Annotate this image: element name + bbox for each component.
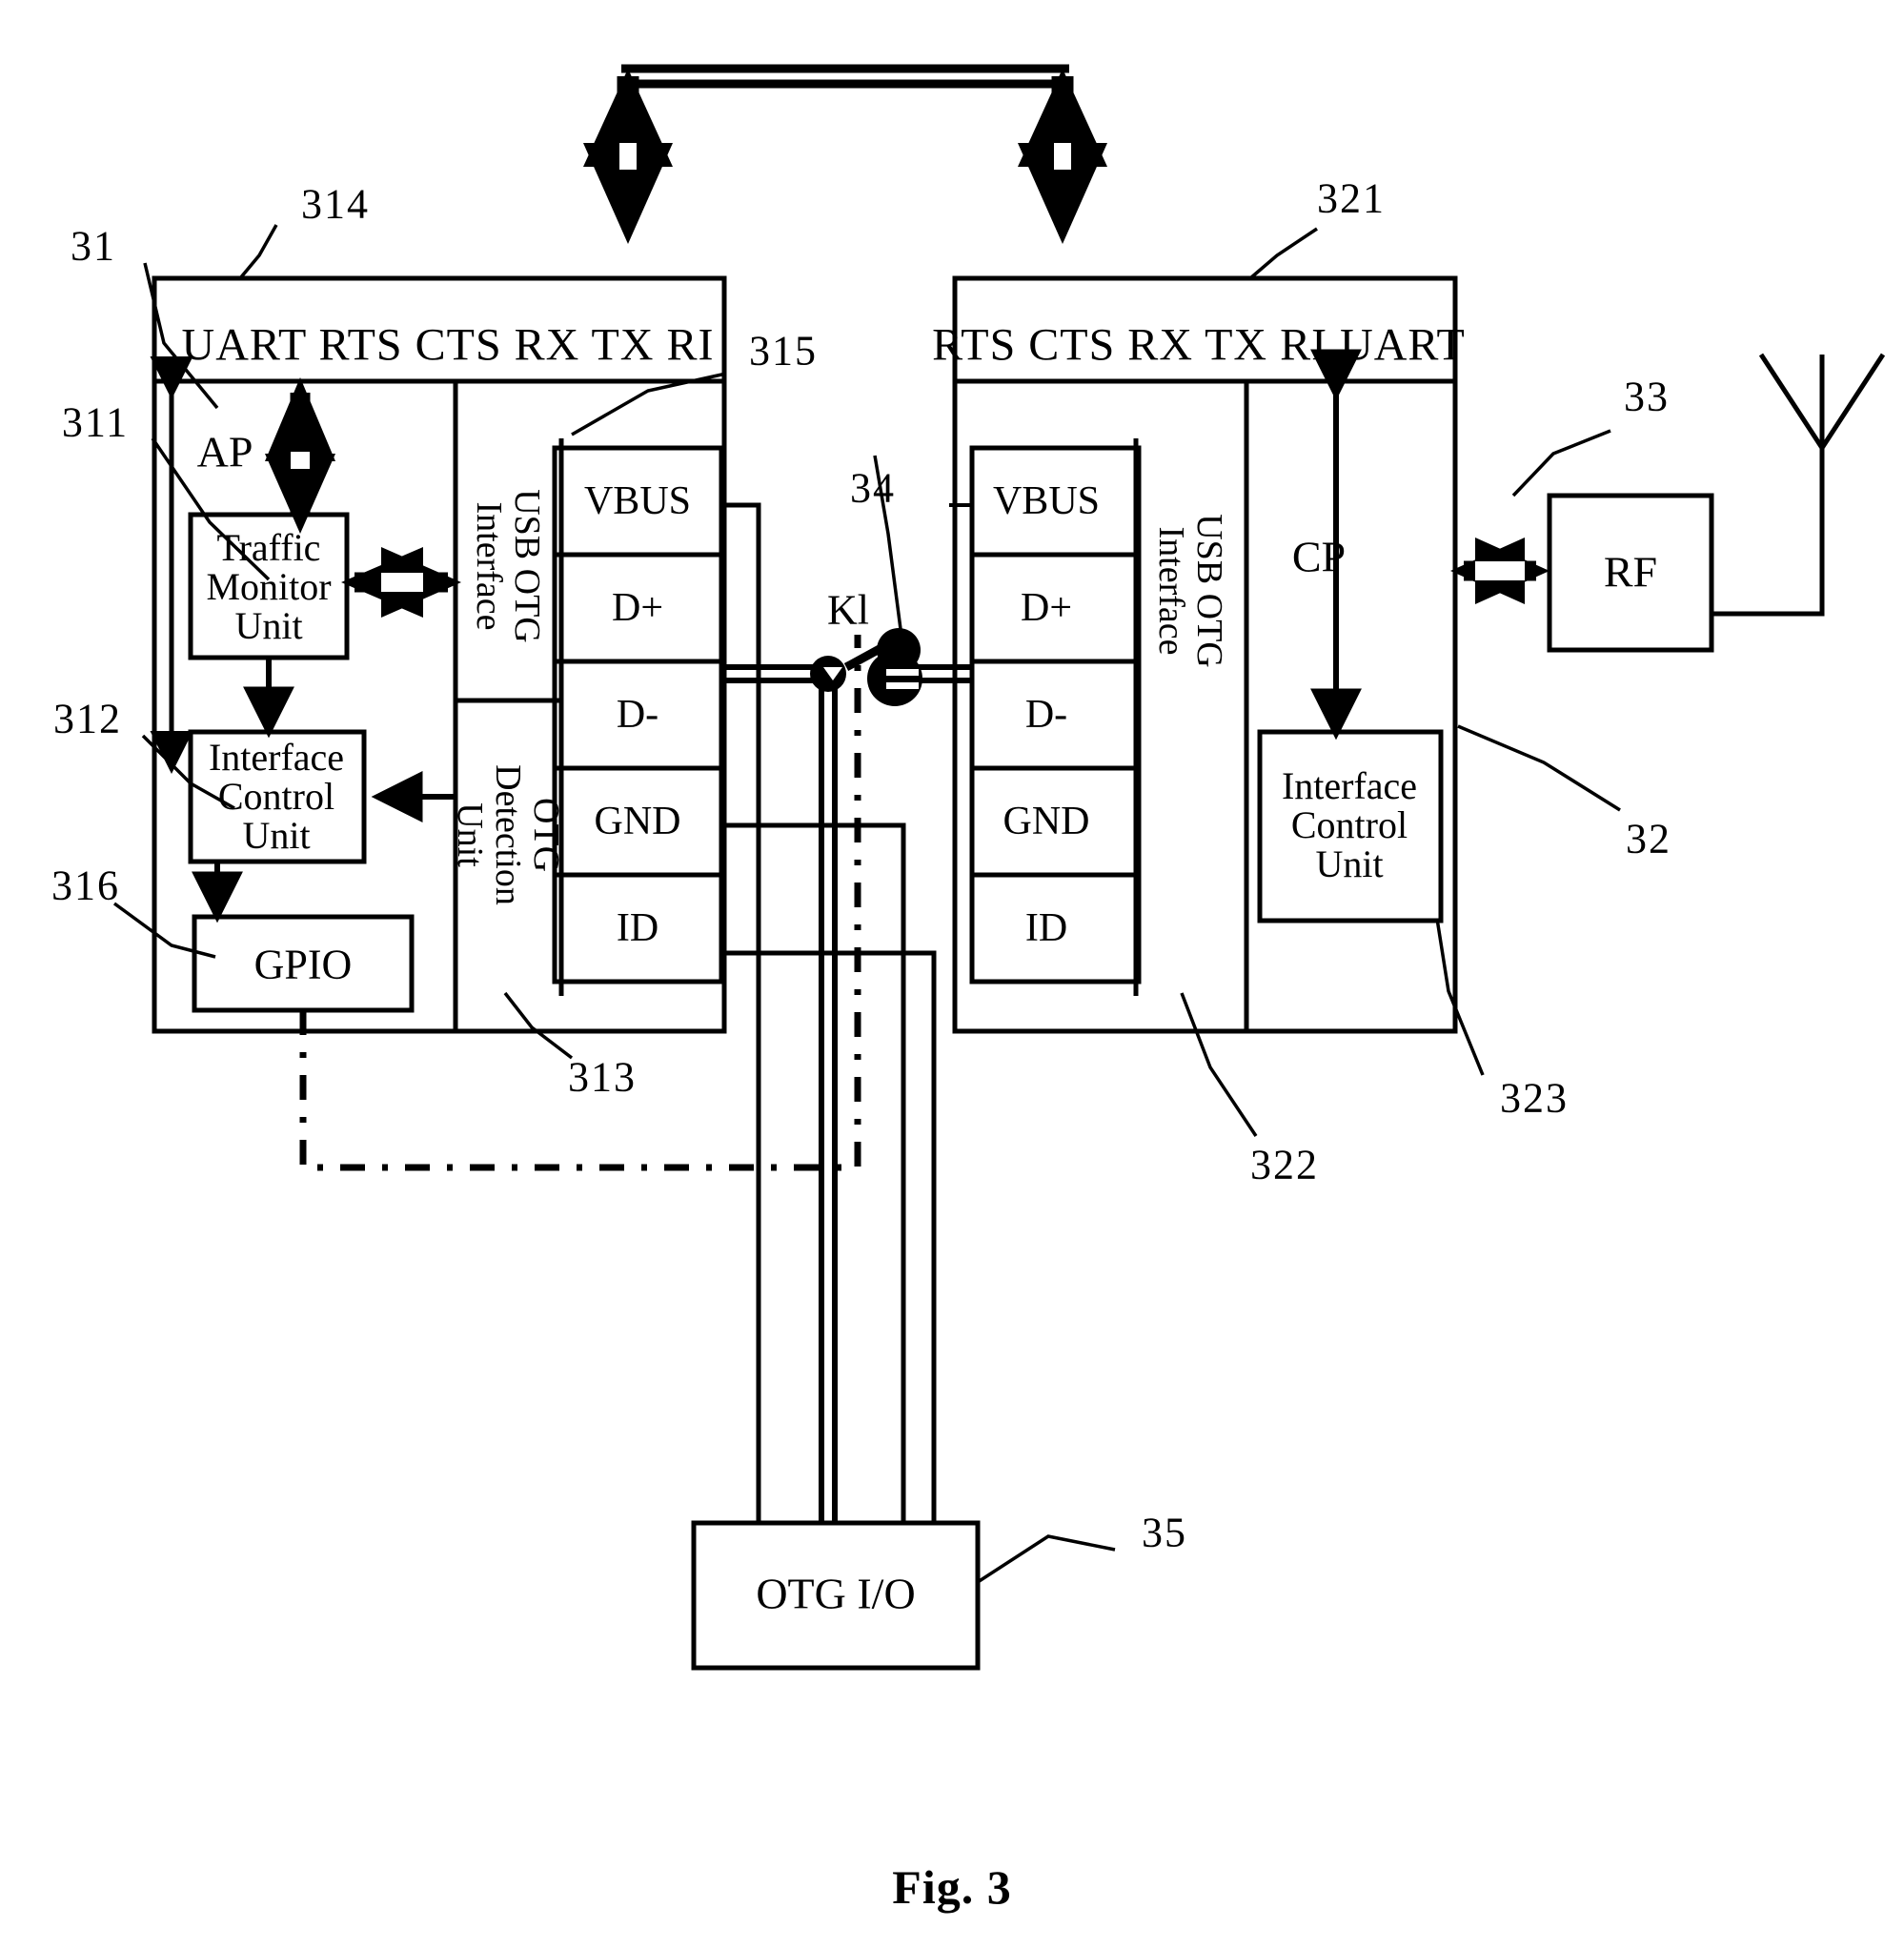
left-usb-otg-interface-label: USB OTG Interface (469, 489, 547, 643)
tmu-line: Traffic (216, 525, 321, 569)
patent-figure-3: 31 314 311 312 316 315 313 321 34 33 32 … (0, 0, 1904, 1948)
otg-io-label: OTG I/O (756, 1569, 916, 1618)
icu-line: Interface (1281, 763, 1418, 807)
icu-line: Unit (1315, 842, 1384, 885)
ref-311: 311 (61, 398, 130, 446)
ref-34: 34 (850, 464, 896, 512)
antenna-symbol (1758, 353, 1886, 450)
switch-k1-label: Kl (827, 586, 869, 634)
right-pin-dplus: D+ (1020, 586, 1073, 630)
uart-link-bus (617, 64, 1074, 205)
icu-line: Interface (208, 735, 345, 779)
tmu-line: Monitor (206, 564, 332, 608)
icu-line: Control (1290, 802, 1408, 846)
otg-det-line: Unit (450, 802, 491, 867)
left-pin-vbus: VBUS (583, 479, 692, 523)
traffic-monitor-unit-label: Traffic Monitor Unit (206, 525, 332, 647)
otg-det-line: OTG (525, 797, 566, 873)
ref-312: 312 (53, 695, 122, 742)
usb-otg-line: USB OTG (1188, 514, 1229, 668)
right-pin-vbus: VBUS (992, 479, 1101, 523)
right-usb-otg-interface-label: USB OTG Interface (1151, 514, 1229, 668)
usb-otg-line: Interface (469, 501, 509, 631)
left-pin-gnd: GND (594, 800, 681, 843)
left-pin-id: ID (616, 906, 659, 950)
cp-label: CP (1291, 532, 1347, 581)
ref-321: 321 (1317, 174, 1386, 222)
ref-322: 322 (1250, 1141, 1319, 1188)
otg-det-line: Detection (487, 764, 528, 905)
icu-line: Control (217, 774, 335, 818)
tmu-line: Unit (234, 603, 303, 647)
right-uart-header: RTS CTS RX TX RI UART (932, 319, 1466, 371)
left-pin-dminus: D- (616, 693, 659, 737)
gpio-label: GPIO (253, 941, 353, 988)
ref-33: 33 (1624, 373, 1670, 420)
ap-label: AP (196, 427, 253, 477)
left-uart-header: UART RTS CTS RX TX RI (181, 319, 715, 371)
leader-lines (112, 224, 1621, 1584)
right-interface-control-unit-label: Interface Control Unit (1281, 763, 1418, 885)
rf-antenna-wire (1712, 448, 1825, 617)
ref-314: 314 (301, 180, 370, 228)
figure-caption: Fig. 3 (892, 1860, 1012, 1914)
ref-32: 32 (1626, 815, 1671, 862)
dplus-dminus-bus (721, 664, 838, 1523)
left-otg-detection-unit-label: OTG Detection Unit (450, 764, 566, 905)
gnd-wire (721, 822, 906, 1523)
ref-323: 323 (1500, 1074, 1569, 1122)
ref-35: 35 (1142, 1509, 1187, 1556)
right-pin-id: ID (1024, 906, 1068, 950)
ref-313: 313 (568, 1053, 637, 1101)
rf-label: RF (1603, 547, 1658, 597)
right-pin-dminus: D- (1024, 693, 1068, 737)
left-interface-control-unit-label: Interface Control Unit (208, 735, 345, 857)
ref-31: 31 (71, 222, 116, 270)
ref-316: 316 (51, 862, 120, 909)
usb-otg-line: USB OTG (506, 489, 547, 643)
icu-line: Unit (242, 813, 311, 857)
usb-otg-line: Interface (1151, 526, 1191, 656)
right-pin-gnd: GND (1003, 800, 1090, 843)
left-pin-dplus: D+ (611, 586, 664, 630)
vbus-wire (721, 502, 761, 1523)
ref-315: 315 (749, 327, 818, 375)
uart-link-arrowheads (583, 69, 1107, 244)
